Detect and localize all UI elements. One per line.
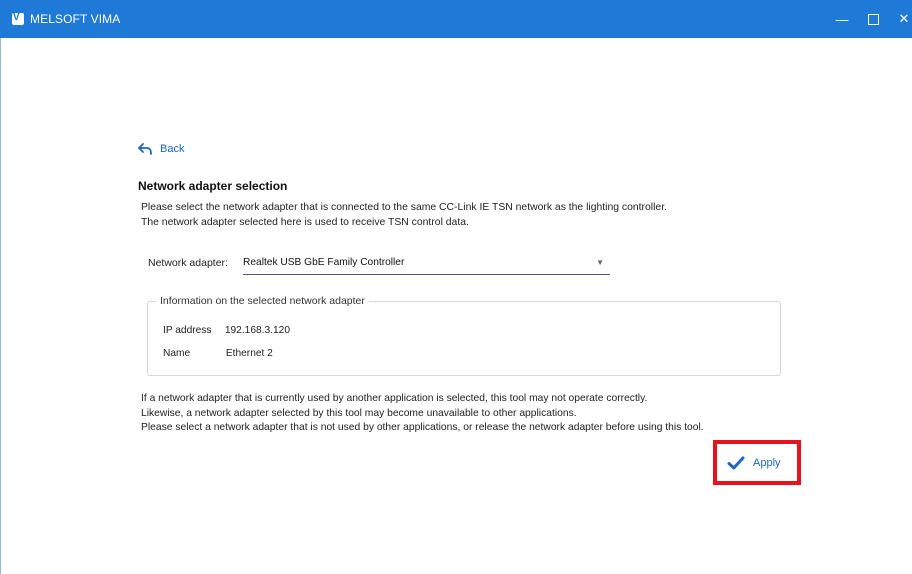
maximize-button[interactable] bbox=[857, 0, 889, 38]
back-arrow-icon bbox=[138, 143, 152, 155]
adapter-info-legend: Information on the selected network adap… bbox=[156, 295, 369, 307]
minimize-icon: — bbox=[835, 11, 849, 27]
section-title: Network adapter selection bbox=[138, 179, 288, 193]
adapter-name-row: Name Ethernet 2 bbox=[163, 348, 273, 359]
network-adapter-label: Network adapter: bbox=[148, 257, 228, 269]
window-left-border bbox=[0, 38, 1, 574]
intro-line: The network adapter selected here is use… bbox=[141, 217, 469, 228]
network-adapter-selected-value: Realtek USB GbE Family Controller bbox=[243, 257, 405, 268]
apply-label: Apply bbox=[753, 457, 781, 469]
window-title: MELSOFT VIMA bbox=[30, 12, 121, 26]
intro-line: Please select the network adapter that i… bbox=[141, 202, 667, 213]
checkmark-icon bbox=[727, 456, 745, 470]
adapter-name-label: Name bbox=[163, 348, 191, 359]
ip-address-value: 192.168.3.120 bbox=[224, 325, 290, 336]
back-link[interactable]: Back bbox=[137, 142, 184, 156]
ip-address-row: IP address 192.168.3.120 bbox=[163, 325, 290, 336]
adapter-info-group: Information on the selected network adap… bbox=[147, 295, 781, 376]
warning-text: If a network adapter that is currently u… bbox=[141, 392, 704, 436]
chevron-down-icon: ▼ bbox=[596, 258, 604, 267]
maximize-icon bbox=[867, 13, 879, 25]
close-icon: ✕ bbox=[898, 11, 910, 26]
back-label: Back bbox=[160, 143, 185, 155]
ip-address-label: IP address bbox=[163, 325, 212, 336]
app-logo-icon: V bbox=[12, 12, 24, 25]
title-bar: V MELSOFT VIMA — ✕ bbox=[0, 0, 912, 38]
warning-line: Likewise, a network adapter selected by … bbox=[141, 407, 577, 419]
network-adapter-row: Network adapter: Realtek USB GbE Family … bbox=[148, 254, 610, 275]
apply-button[interactable]: Apply bbox=[727, 452, 781, 474]
minimize-button[interactable]: — bbox=[826, 0, 858, 38]
app-logo-letter: V bbox=[13, 12, 20, 23]
network-adapter-select[interactable]: Realtek USB GbE Family Controller ▼ bbox=[243, 254, 610, 275]
intro-text: Please select the network adapter that i… bbox=[141, 200, 667, 230]
warning-line: If a network adapter that is currently u… bbox=[141, 393, 648, 404]
adapter-name-value: Ethernet 2 bbox=[225, 348, 273, 359]
warning-line: Please select a network adapter that is … bbox=[141, 422, 704, 433]
close-button[interactable]: ✕ bbox=[888, 0, 912, 38]
